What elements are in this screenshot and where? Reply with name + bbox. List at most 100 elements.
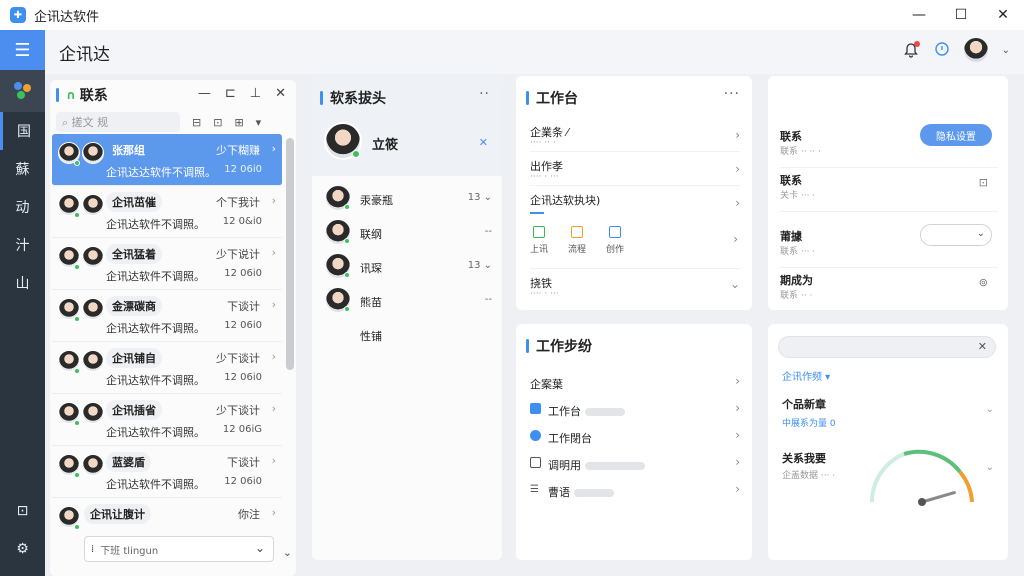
clear-icon[interactable]: ✕ bbox=[978, 340, 987, 353]
pin-panel-button[interactable]: ⊥ bbox=[250, 86, 261, 101]
gauge-arc-low bbox=[870, 452, 905, 503]
scroll-down-icon[interactable]: ⌄ bbox=[283, 546, 292, 559]
gauge-search-input[interactable]: ✕ bbox=[778, 336, 996, 358]
member-meta: -- bbox=[484, 226, 492, 237]
online-dot bbox=[344, 306, 350, 312]
row-title: 企讯达软执块) bbox=[530, 194, 601, 207]
more-options-icon[interactable]: ··· bbox=[724, 86, 740, 102]
rail-item-2[interactable]: 国 bbox=[0, 112, 45, 150]
chevron-right-icon: › bbox=[735, 482, 740, 496]
close-window-button[interactable]: ✕ bbox=[982, 0, 1024, 30]
settings-gear-icon[interactable]: ⚙ bbox=[0, 530, 45, 568]
chevron-right-icon: › bbox=[735, 128, 740, 142]
member-row[interactable]: 汞豪瓶 13 ⌄ bbox=[324, 184, 494, 214]
quick-action-create[interactable]: 创作 bbox=[606, 226, 624, 255]
more-options-icon[interactable]: ·· bbox=[479, 86, 490, 102]
profile-name: 立筱 bbox=[372, 138, 399, 153]
quick-actions: 上讯 流程 创作 bbox=[530, 226, 624, 255]
contacts-scrollbar[interactable] bbox=[286, 138, 294, 370]
contacts-search-input[interactable]: ⌕ 搓文 规 bbox=[56, 112, 180, 132]
chat-item[interactable]: 全讯猛着 少下说计 › 企讯达软件不调照。 12 06i0 bbox=[52, 238, 282, 290]
quick-action-process[interactable]: 流程 bbox=[568, 226, 586, 255]
online-dot bbox=[74, 420, 80, 426]
chevron-right-icon: › bbox=[271, 246, 276, 259]
maximize-button[interactable]: ☐ bbox=[940, 0, 982, 30]
chat-item[interactable]: 张那组 少下糊赚 › 企讯达达软件不调照。 12 06i0 bbox=[52, 134, 282, 186]
square-icon bbox=[530, 403, 541, 414]
online-dot bbox=[344, 238, 350, 244]
gauge-item-sub: 企盖数据 ··· · bbox=[782, 471, 836, 481]
dropdown-icon[interactable]: ▾ bbox=[256, 116, 262, 129]
workflow-row[interactable]: 调明用 › bbox=[530, 451, 740, 477]
doc-icon[interactable]: ⊡ bbox=[213, 116, 222, 129]
minimize-button[interactable]: — bbox=[898, 0, 940, 30]
chat-item[interactable]: 企讯铺自 少下谈计 › 企讯达软件不调照。 12 06i0 bbox=[52, 342, 282, 394]
list-icon: ☰ bbox=[530, 484, 539, 495]
user-avatar[interactable] bbox=[963, 38, 988, 62]
chat-item[interactable]: 蓝婆盾 下谈计 › 企讯达软件不调照。 12 06i0 bbox=[52, 446, 282, 498]
workbench-row[interactable]: 企業条 ⁄ ···· ·· · › bbox=[530, 124, 740, 152]
folder-icon bbox=[530, 457, 541, 468]
chevron-right-icon: › bbox=[271, 350, 276, 363]
chat-preview: 企讯达软件不调照。 bbox=[106, 426, 205, 439]
gauge-meter bbox=[870, 449, 974, 506]
reply-input[interactable]: ⁞ 下班 tlingun ⌄ bbox=[84, 536, 274, 562]
copy-icon[interactable]: ⊡ bbox=[979, 176, 988, 189]
row-sub: 关卡 ··· · bbox=[780, 191, 816, 201]
rail-item-4[interactable]: 动 bbox=[0, 188, 45, 226]
workflow-row[interactable]: ☰ 曹语 › bbox=[530, 478, 740, 504]
member-name: 讯琛 bbox=[360, 262, 382, 275]
contacts-title: 联系 bbox=[79, 88, 108, 104]
quick-action-upload[interactable]: 上讯 bbox=[530, 226, 548, 255]
member-row[interactable]: 联纲 -- bbox=[324, 218, 494, 248]
rail-item-6[interactable]: 山 bbox=[0, 264, 45, 302]
close-panel-button[interactable]: ✕ bbox=[275, 86, 286, 101]
chevron-down-icon[interactable]: ⌄ bbox=[986, 462, 994, 473]
chat-item[interactable]: 金漂碳商 下谈计 › 企讯达软件不调照。 12 06i0 bbox=[52, 290, 282, 342]
chat-name: 企讯茁催 bbox=[106, 192, 162, 212]
member-row[interactable]: 熊苗 -- bbox=[324, 286, 494, 316]
target-icon[interactable]: ⊚ bbox=[979, 276, 988, 289]
chevron-right-icon: › bbox=[271, 194, 276, 207]
chevron-down-icon[interactable]: ⌄ bbox=[255, 541, 265, 555]
chat-item[interactable]: 企讯插省 少下谈计 › 企讯达软件不调照。 12 06iG bbox=[52, 394, 282, 446]
settings-select[interactable]: ⌄ bbox=[920, 224, 992, 246]
workbench-row[interactable]: 出作孝 ···· · ··· › bbox=[530, 158, 740, 186]
rail-item-3[interactable]: 蘇 bbox=[0, 150, 45, 188]
workflow-row[interactable]: 工作台 › bbox=[530, 397, 740, 423]
chat-status: 下谈计 bbox=[227, 456, 260, 469]
privacy-settings-button[interactable]: 隐私设置 bbox=[920, 124, 992, 146]
row-sub: 联系 ·· · bbox=[780, 291, 813, 301]
workflow-row[interactable]: 工作閉台 › bbox=[530, 424, 740, 450]
menu-icon[interactable]: ☰ bbox=[0, 30, 45, 70]
workflow-row[interactable]: 企案葉 › bbox=[530, 370, 740, 396]
online-dot bbox=[74, 212, 80, 218]
dock-panel-button[interactable]: ⊏ bbox=[225, 86, 236, 101]
member-name: 熊苗 bbox=[360, 296, 382, 309]
grid-icon[interactable]: ⊞ bbox=[234, 116, 243, 129]
bell-icon[interactable] bbox=[902, 41, 920, 59]
avatar bbox=[82, 194, 104, 216]
row-title: 工作台 bbox=[548, 403, 625, 419]
chat-list: 张那组 少下糊赚 › 企讯达达软件不调照。 12 06i0 企讯茁催 个下我计 … bbox=[52, 134, 282, 550]
workbench-row[interactable]: 挠铁 ···· · ··· ⌄ bbox=[530, 268, 740, 299]
share-icon bbox=[609, 226, 622, 238]
files-icon[interactable]: ⊡ bbox=[0, 492, 45, 530]
workbench-row[interactable]: 企讯达软执块) › bbox=[530, 192, 740, 220]
member-row[interactable]: 讯琛 13 ⌄ bbox=[324, 252, 494, 282]
member-row[interactable]: 性铺 bbox=[324, 320, 494, 350]
location-pin-icon[interactable] bbox=[934, 41, 950, 60]
chevron-right-icon[interactable]: › bbox=[733, 232, 738, 246]
chevron-down-icon[interactable]: ⌄ bbox=[986, 404, 994, 415]
collapse-icon[interactable]: ✕ bbox=[479, 136, 488, 149]
rail-item-home[interactable] bbox=[0, 70, 45, 112]
minimize-panel-button[interactable]: — bbox=[198, 86, 211, 101]
row-sub: 联系 ··· · bbox=[780, 247, 816, 257]
rail-item-5[interactable]: 汁 bbox=[0, 226, 45, 264]
chevron-down-icon[interactable]: ⌄ bbox=[1002, 45, 1010, 56]
online-dot bbox=[74, 524, 80, 530]
chat-item[interactable]: 企讯茁催 个下我计 › 企讯达软件不调照。 12 0&i0 bbox=[52, 186, 282, 238]
settings-panel: 联系 联系 ·· ·· · 隐私设置 联系 关卡 ··· · ⊡ 莆據 联系 ·… bbox=[768, 76, 1008, 310]
filter-icon[interactable]: ⊟ bbox=[192, 116, 201, 129]
enterprise-link[interactable]: 企讯作频 ▾ bbox=[782, 368, 830, 383]
